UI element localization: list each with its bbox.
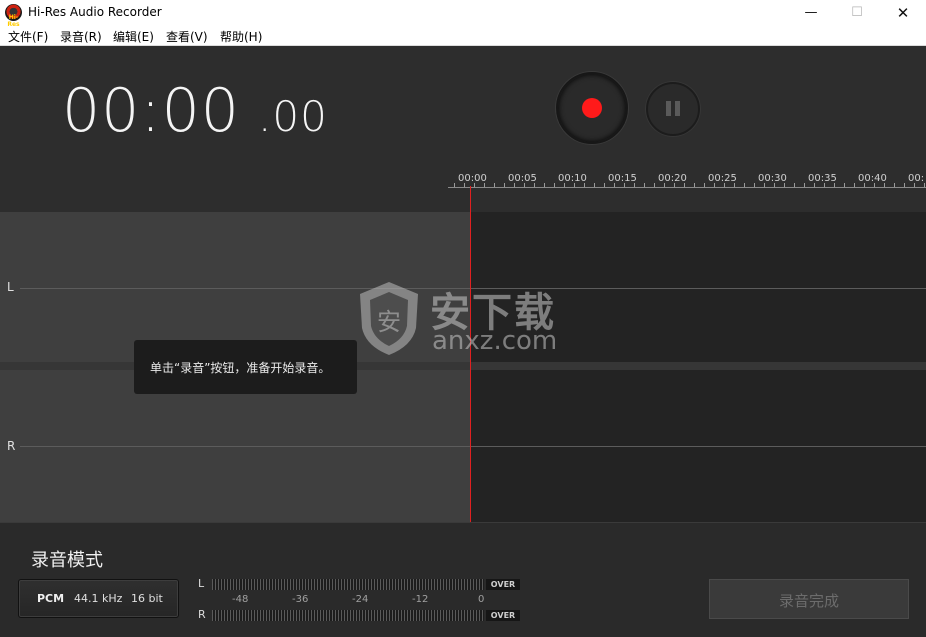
level-meter-left bbox=[212, 579, 484, 590]
close-button[interactable]: ✕ bbox=[880, 0, 926, 26]
watermark-en: anxz.com bbox=[432, 326, 558, 356]
pause-button[interactable] bbox=[646, 82, 700, 136]
db-scale-label: -12 bbox=[412, 594, 429, 605]
menu-record[interactable]: 录音(R) bbox=[60, 28, 102, 45]
menu-view[interactable]: 查看(V) bbox=[166, 28, 208, 45]
menu-bar: 文件(F) 录音(R) 编辑(E) 查看(V) 帮助(H) bbox=[0, 26, 926, 46]
meter-right-label: R bbox=[198, 608, 206, 621]
title-bar: Hi-Res Hi-Res Audio Recorder — ☐ ✕ bbox=[0, 0, 926, 28]
record-button[interactable] bbox=[556, 72, 628, 144]
shield-char: 安 bbox=[377, 308, 401, 336]
db-scale-label: -48 bbox=[232, 594, 249, 605]
shield-icon: 安 bbox=[360, 282, 418, 355]
right-channel-centerline bbox=[20, 446, 926, 447]
ruler-baseline bbox=[448, 187, 926, 188]
over-indicator-right: OVER bbox=[486, 610, 520, 621]
format-bit-depth: 16 bit bbox=[131, 592, 163, 605]
pause-icon bbox=[666, 101, 671, 116]
waveform-future-region bbox=[470, 212, 926, 522]
right-channel-label: R bbox=[7, 439, 16, 453]
finish-recording-button[interactable]: 录音完成 bbox=[709, 579, 909, 619]
db-scale-label: -24 bbox=[352, 594, 369, 605]
finish-recording-label: 录音完成 bbox=[778, 592, 839, 610]
channel-separator bbox=[470, 362, 926, 370]
format-sample-rate: 44.1 kHz bbox=[74, 592, 123, 605]
maximize-button[interactable]: ☐ bbox=[834, 0, 880, 26]
time-fraction: .00 bbox=[258, 92, 328, 141]
watermark: 安 安下载 anxz.com bbox=[354, 270, 574, 360]
menu-file[interactable]: 文件(F) bbox=[8, 28, 48, 45]
recording-format-button[interactable]: PCM 44.1 kHz 16 bit bbox=[18, 579, 179, 618]
db-scale-label: 0 bbox=[478, 594, 485, 605]
left-channel-label: L bbox=[7, 280, 14, 294]
recording-mode-title: 录音模式 bbox=[31, 550, 103, 571]
level-meter-right bbox=[212, 610, 484, 621]
format-codec: PCM bbox=[37, 592, 65, 605]
menu-help[interactable]: 帮助(H) bbox=[220, 28, 262, 45]
hint-tooltip: 单击“录音”按钮，准备开始录音。 bbox=[134, 340, 357, 394]
minimize-button[interactable]: — bbox=[788, 0, 834, 26]
app-logo-icon: Hi-Res bbox=[5, 4, 22, 28]
record-icon bbox=[582, 98, 602, 118]
hint-text: 单击“录音”按钮，准备开始录音。 bbox=[150, 361, 331, 375]
over-indicator-left: OVER bbox=[486, 579, 520, 590]
pause-icon-bar bbox=[675, 101, 680, 116]
db-scale-label: -36 bbox=[292, 594, 309, 605]
menu-edit[interactable]: 编辑(E) bbox=[113, 28, 154, 45]
meter-left-label: L bbox=[198, 577, 205, 590]
window-title: Hi-Res Audio Recorder bbox=[28, 5, 162, 19]
time-main: 00:00 bbox=[62, 76, 240, 146]
